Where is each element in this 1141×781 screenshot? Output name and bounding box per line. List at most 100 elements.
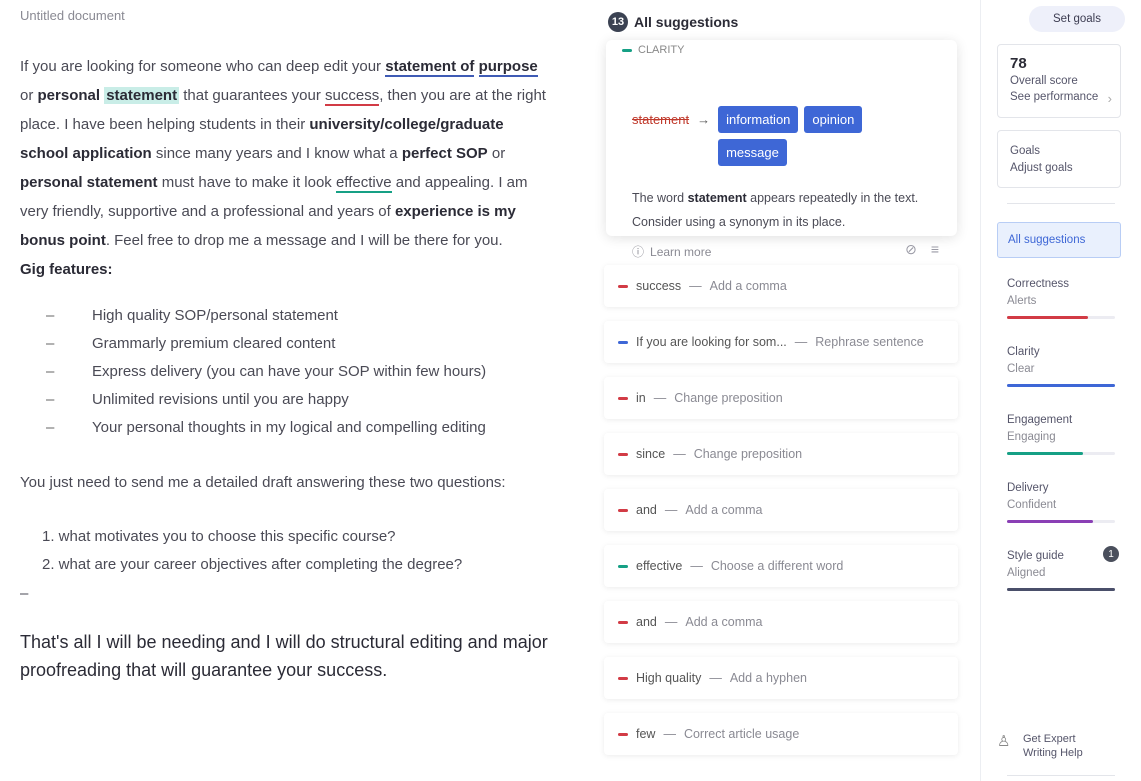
text-run: since many years and I know what a bbox=[151, 145, 402, 162]
category-clarity[interactable]: Clarity Clear bbox=[1007, 344, 1115, 387]
suggestion-row[interactable]: and — Add a comma bbox=[604, 489, 958, 531]
category-engagement[interactable]: Engagement Engaging bbox=[1007, 412, 1115, 455]
active-suggestion-word[interactable]: statement bbox=[104, 87, 180, 104]
set-goals-button[interactable]: Set goals bbox=[1029, 6, 1125, 32]
separator: — bbox=[653, 391, 667, 405]
progress-fill bbox=[1007, 588, 1115, 591]
text-run: . Feel free to drop me a message and I w… bbox=[105, 232, 503, 249]
arrow-icon: → bbox=[697, 112, 711, 127]
category-correctness[interactable]: Correctness Alerts bbox=[1007, 276, 1115, 319]
suggestions-panel: 13 All suggestions CLARITY statement → i… bbox=[592, 0, 968, 781]
expert-help-button[interactable]: ♙ Get Expert Writing Help bbox=[997, 732, 1083, 760]
goals-label: Goals bbox=[1010, 145, 1041, 157]
divider bbox=[1007, 775, 1115, 776]
suggestion-word: High quality bbox=[636, 671, 702, 685]
score-value: 78 bbox=[1010, 55, 1027, 72]
person-icon: ♙ bbox=[997, 733, 1011, 750]
suggestion-row[interactable]: since — Change preposition bbox=[604, 433, 958, 475]
category-name: Engagement bbox=[1007, 414, 1073, 426]
category-progress-bar bbox=[1007, 452, 1115, 455]
replacement-option-button[interactable]: opinion bbox=[804, 106, 863, 133]
category-status: Confident bbox=[1007, 499, 1057, 511]
category-dot-icon bbox=[622, 48, 632, 52]
questions-list: 1. what motivates you to choose this spe… bbox=[20, 523, 550, 579]
suggestion-word: few bbox=[636, 727, 656, 741]
suggestion-row[interactable]: few — Correct article usage bbox=[604, 713, 958, 755]
dismiss-icon[interactable]: ⊘ bbox=[905, 241, 917, 258]
suggestion-row[interactable]: effective — Choose a different word bbox=[604, 545, 958, 587]
suggestion-row[interactable]: and — Add a comma bbox=[604, 601, 958, 643]
category-progress-bar bbox=[1007, 384, 1115, 387]
flagged-success[interactable]: success bbox=[325, 87, 380, 106]
card-category: CLARITY bbox=[622, 44, 684, 56]
list-item[interactable]: Unlimited revisions until you are happy bbox=[20, 386, 550, 414]
more-options-icon[interactable]: ≡ bbox=[931, 241, 939, 258]
suggestion-word: in bbox=[636, 391, 646, 405]
flagged-statement-of[interactable]: statement of bbox=[385, 58, 475, 77]
suggestion-row[interactable]: in — Change preposition bbox=[604, 377, 958, 419]
category-progress-bar bbox=[1007, 316, 1115, 319]
all-suggestions-tab[interactable]: All suggestions bbox=[997, 222, 1121, 258]
suggestion-row[interactable]: If you are looking for som... — Rephrase s… bbox=[604, 321, 958, 363]
category-progress-bar bbox=[1007, 520, 1115, 523]
category-delivery[interactable]: Delivery Confident bbox=[1007, 480, 1115, 523]
learn-more-label: Learn more bbox=[650, 244, 712, 259]
category-style-guide[interactable]: Style guide Aligned 1 bbox=[1007, 546, 1119, 591]
text-run: that guarantees your bbox=[179, 87, 326, 104]
flagged-purpose[interactable]: purpose bbox=[478, 58, 538, 77]
flagged-effective[interactable]: effective bbox=[335, 174, 392, 193]
separator: — bbox=[663, 727, 676, 741]
suggestion-action: Add a hyphen bbox=[729, 671, 807, 685]
text-run: must have to make it look bbox=[157, 174, 336, 191]
suggestion-action: Correct article usage bbox=[683, 727, 800, 741]
suggestion-row[interactable]: High quality — Add a hyphen bbox=[604, 657, 958, 699]
document-panel[interactable]: Untitled document If you are looking for… bbox=[0, 0, 578, 781]
document-title[interactable]: Untitled document bbox=[20, 8, 125, 23]
expanded-suggestion-card[interactable]: CLARITY statement → information opinion … bbox=[606, 40, 957, 259]
list-item[interactable]: High quality SOP/personal statement bbox=[20, 302, 550, 330]
category-dot-icon bbox=[618, 340, 628, 344]
suggestion-action: Change preposition bbox=[674, 391, 783, 405]
suggestion-action: Add a comma bbox=[709, 279, 787, 293]
original-word: statement bbox=[632, 112, 690, 127]
category-dot-icon bbox=[618, 620, 628, 624]
intro-paragraph[interactable]: If you are looking for someone who can d… bbox=[20, 52, 550, 255]
list-item[interactable]: Your personal thoughts in my logical and… bbox=[20, 414, 550, 442]
learn-more-link[interactable]: ⓘ Learn more bbox=[632, 243, 711, 260]
card-category-label: CLARITY bbox=[638, 44, 685, 56]
questions-intro[interactable]: You just need to send me a detailed draf… bbox=[20, 468, 550, 497]
suggestion-row[interactable]: success — Add a comma bbox=[604, 265, 958, 307]
replacement-option-button[interactable]: message bbox=[718, 139, 787, 166]
outro-paragraph[interactable]: That's all I will be needing and I will … bbox=[20, 628, 550, 684]
category-name: Correctness bbox=[1007, 278, 1069, 290]
score-label: Overall score bbox=[1010, 75, 1078, 87]
suggestion-word: effective bbox=[636, 559, 683, 573]
text-run: or bbox=[20, 87, 38, 104]
explained-word: statement bbox=[687, 191, 747, 205]
suggestion-action: Choose a different word bbox=[710, 559, 844, 573]
text-run: The word bbox=[632, 191, 688, 205]
document-body[interactable]: If you are looking for someone who can d… bbox=[20, 52, 550, 684]
word-perfect-sop: perfect SOP bbox=[401, 145, 488, 162]
features-list: High quality SOP/personal statement Gram… bbox=[20, 302, 550, 442]
list-item[interactable]: 1. what motivates you to choose this spe… bbox=[20, 523, 550, 551]
word-personal-statement: personal statement bbox=[20, 174, 158, 191]
features-heading: Gig features: bbox=[20, 261, 113, 278]
category-dot-icon bbox=[618, 732, 628, 736]
suggestion-word: If you are looking for som... bbox=[636, 335, 787, 349]
progress-fill bbox=[1007, 520, 1094, 523]
category-dot-icon bbox=[618, 396, 628, 400]
list-item[interactable]: Express delivery (you can have your SOP … bbox=[20, 358, 550, 386]
overall-score-box[interactable]: 78 Overall score See performance › bbox=[997, 44, 1121, 118]
card-actions: ⊘ ≡ bbox=[905, 241, 939, 258]
separator: — bbox=[709, 671, 722, 685]
replacement-option-button[interactable]: information bbox=[718, 106, 799, 133]
expert-label: Get Expert Writing Help bbox=[1023, 732, 1083, 760]
goals-box[interactable]: Goals Adjust goals bbox=[997, 130, 1121, 188]
suggestion-count-badge: 13 bbox=[608, 12, 628, 32]
list-item[interactable]: 2. what are your career objectives after… bbox=[20, 551, 550, 579]
progress-fill bbox=[1007, 452, 1083, 455]
score-sub: See performance bbox=[1010, 91, 1099, 103]
suggestion-word: success bbox=[636, 279, 682, 293]
list-item[interactable]: Grammarly premium cleared content bbox=[20, 330, 550, 358]
